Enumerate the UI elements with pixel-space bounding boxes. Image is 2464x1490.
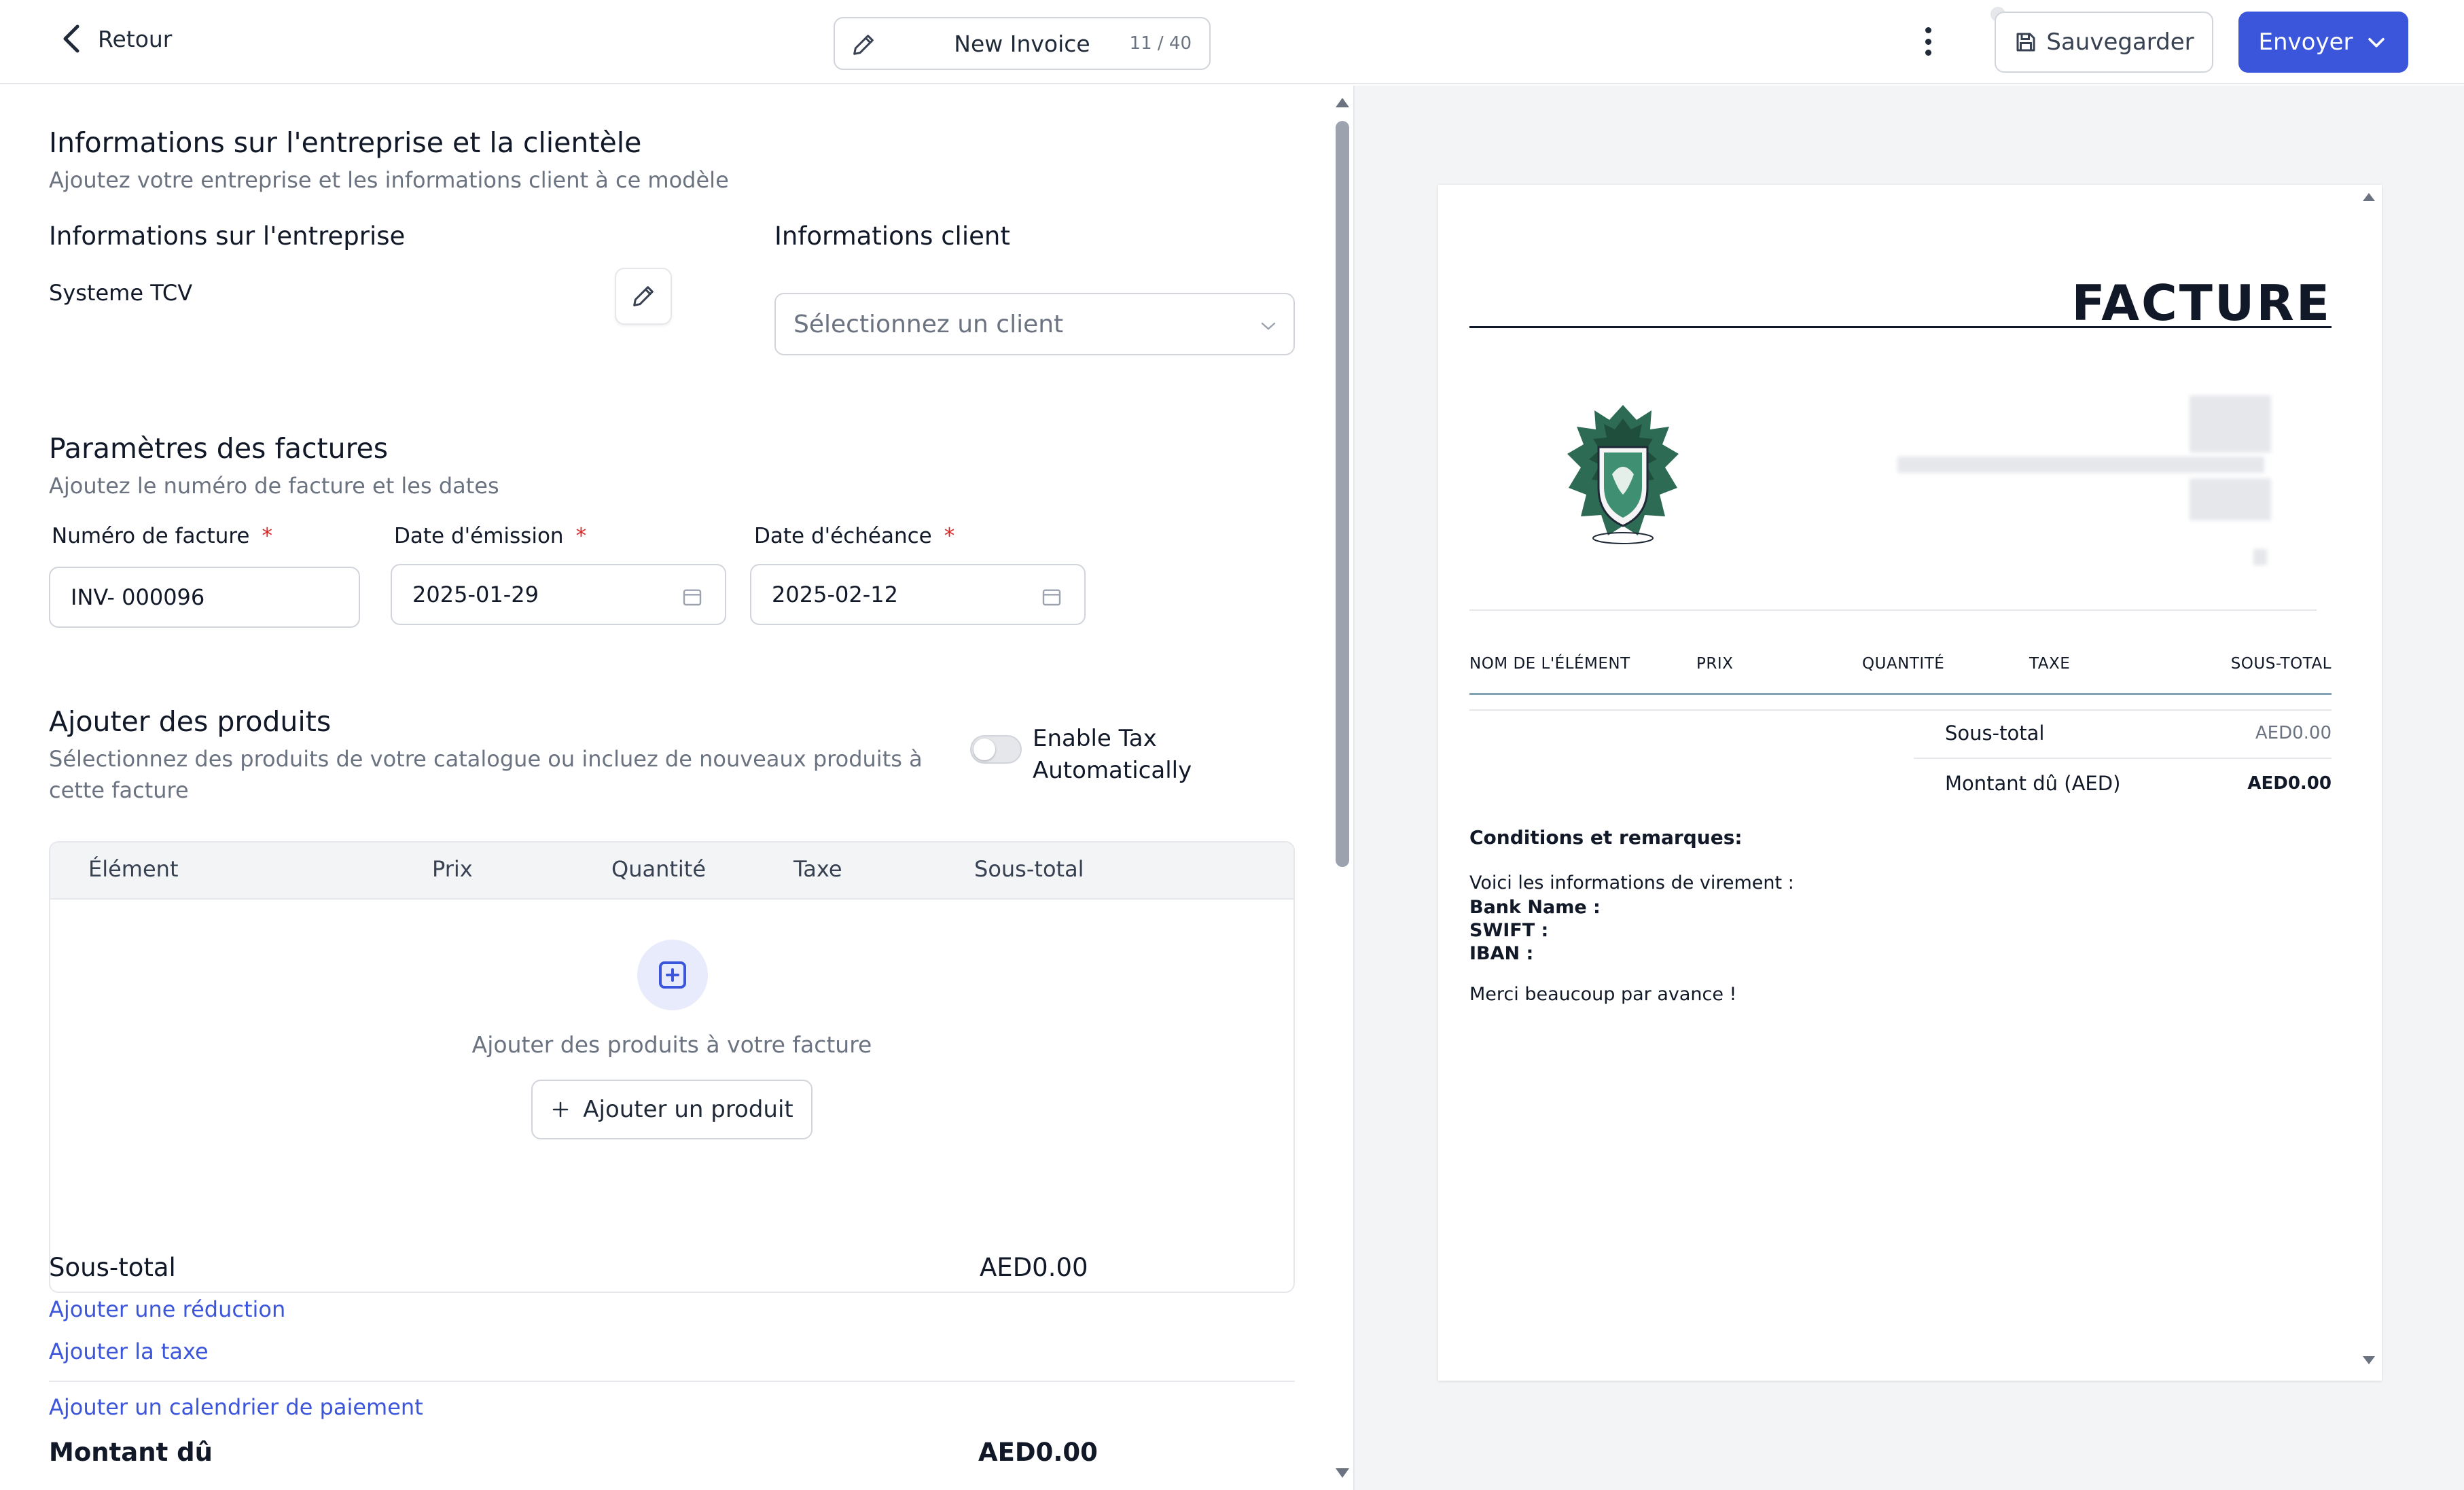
- save-button[interactable]: Sauvegarder: [1995, 12, 2213, 73]
- add-payment-schedule-link[interactable]: Ajouter un calendrier de paiement: [49, 1394, 423, 1420]
- add-tax-link[interactable]: Ajouter la taxe: [49, 1338, 209, 1364]
- amount-due-label: Montant dû: [49, 1438, 213, 1467]
- redacted-company-details: [2190, 478, 2271, 520]
- title-char-count: 11 / 40: [1129, 33, 1192, 54]
- issue-date-label: Date d'émission *: [394, 524, 587, 548]
- due-date-label: Date d'échéance *: [754, 524, 955, 548]
- preview-column-header: PRIX: [1696, 655, 1734, 673]
- invoice-number-input[interactable]: INV- 000096: [49, 567, 360, 628]
- scroll-up-arrow[interactable]: [1336, 98, 1349, 107]
- editor-scrollbar[interactable]: [1332, 86, 1352, 1490]
- company-client-subtitle: Ajoutez votre entreprise et les informat…: [49, 167, 729, 193]
- back-button[interactable]: Retour: [58, 20, 172, 57]
- client-select[interactable]: Sélectionnez un client: [774, 293, 1295, 355]
- plus-icon: [552, 1101, 569, 1118]
- due-date-value: 2025-02-12: [772, 582, 898, 607]
- totals-divider: [49, 1381, 1295, 1382]
- client-select-placeholder: Sélectionnez un client: [793, 310, 1064, 338]
- send-label: Envoyer: [2258, 29, 2353, 56]
- add-product-label: Ajouter un produit: [583, 1096, 793, 1123]
- back-label: Retour: [98, 25, 173, 52]
- scroll-thumb[interactable]: [1336, 121, 1349, 867]
- pencil-icon: [633, 286, 654, 306]
- calendar-icon: [683, 589, 702, 606]
- floppy-disk-icon: [2016, 33, 2035, 52]
- chevron-down-icon: [2368, 37, 2385, 48]
- preview-column-header: QUANTITÉ: [1862, 655, 1945, 673]
- header-rule: [1469, 609, 2317, 611]
- products-title: Ajouter des produits: [49, 705, 332, 738]
- redacted-company-details: [1897, 457, 2264, 473]
- table-header-rule: [1469, 693, 2332, 695]
- due-date-input[interactable]: 2025-02-12: [750, 564, 1086, 625]
- preview-scroll-up-arrow[interactable]: [2363, 193, 2375, 201]
- invoice-params-title: Paramètres des factures: [49, 432, 389, 465]
- notes-swift: SWIFT :: [1469, 920, 1549, 941]
- send-button[interactable]: Envoyer: [2238, 12, 2408, 73]
- preview-subtotal-value: AED0.00: [2255, 723, 2332, 743]
- preview-column-header: SOUS-TOTAL: [2230, 655, 2332, 673]
- column-header: Taxe: [793, 856, 842, 882]
- more-options-button[interactable]: [1914, 24, 1942, 58]
- products-table-header: Élément Prix Quantité Taxe Sous-total: [50, 842, 1293, 900]
- title-rule: [1469, 326, 2332, 328]
- column-header: Prix: [432, 856, 473, 882]
- company-crest-logo: [1567, 405, 1679, 544]
- scroll-down-arrow[interactable]: [1336, 1468, 1349, 1478]
- redacted-company-details: [2253, 549, 2267, 565]
- summary-rule: [1914, 758, 2332, 759]
- column-header: Quantité: [611, 856, 707, 882]
- products-table: Élément Prix Quantité Taxe Sous-total Aj…: [49, 841, 1295, 1293]
- invoice-number-label: Numéro de facture *: [52, 524, 272, 548]
- column-header: Sous-total: [974, 856, 1084, 882]
- preview-column-header: NOM DE L'ÉLÉMENT: [1469, 655, 1630, 673]
- preview-subtotal-label: Sous-total: [1945, 722, 2045, 745]
- top-bar: Retour New Invoice 11 / 40 Sauvegarder E…: [0, 0, 2464, 84]
- issue-date-input[interactable]: 2025-01-29: [391, 564, 726, 625]
- invoice-number-value: INV- 000096: [71, 584, 205, 610]
- auto-tax-toggle[interactable]: [970, 735, 1022, 764]
- notes-bank-name: Bank Name :: [1469, 897, 1601, 918]
- column-header: Élément: [88, 856, 179, 882]
- company-name: Systeme TCV: [49, 280, 193, 306]
- invoice-params-subtitle: Ajoutez le numéro de facture et les date…: [49, 473, 499, 499]
- chevron-left-icon: [63, 24, 79, 53]
- invoice-editor: Informations sur l'entreprise et la clie…: [0, 86, 1352, 1490]
- preview-title: FACTURE: [2071, 274, 2332, 332]
- subtotal-label: Sous-total: [49, 1253, 176, 1282]
- company-info-label: Informations sur l'entreprise: [49, 221, 406, 251]
- add-product-button[interactable]: Ajouter un produit: [531, 1080, 813, 1139]
- invoice-preview: FACTURE NOM DE L'ÉLÉMENT PRIX QUANTITÉ T…: [1438, 185, 2382, 1381]
- table-body-rule: [1469, 709, 2332, 711]
- add-discount-link[interactable]: Ajouter une réduction: [49, 1296, 285, 1322]
- notes-thanks: Merci beaucoup par avance !: [1469, 984, 1737, 1005]
- redacted-company-details: [2190, 395, 2271, 453]
- notes-iban: IBAN :: [1469, 943, 1534, 964]
- auto-tax-label: Enable Tax Automatically: [1033, 725, 1192, 784]
- client-info-label: Informations client: [774, 221, 1010, 251]
- chevron-down-icon: [1261, 322, 1276, 330]
- issue-date-value: 2025-01-29: [412, 582, 539, 607]
- invoice-title-field[interactable]: New Invoice 11 / 40: [834, 17, 1211, 70]
- empty-products-text: Ajouter des produits à votre facture: [471, 1031, 872, 1058]
- products-subtitle: Sélectionnez des produits de votre catal…: [49, 746, 923, 803]
- preview-column-header: TAXE: [2029, 655, 2071, 673]
- calendar-icon: [1042, 589, 1061, 606]
- preview-scroll-down-arrow[interactable]: [2363, 1356, 2375, 1364]
- subtotal-value: AED0.00: [980, 1253, 1088, 1282]
- notes-intro: Voici les informations de virement :: [1469, 872, 1794, 893]
- preview-amount-due-value: AED0.00: [2247, 773, 2332, 794]
- add-product-icon: [637, 940, 708, 1010]
- notes-title: Conditions et remarques:: [1469, 826, 1743, 849]
- amount-due-value: AED0.00: [978, 1438, 1098, 1467]
- save-label: Sauvegarder: [2046, 29, 2194, 56]
- company-client-title: Informations sur l'entreprise et la clie…: [49, 126, 642, 159]
- edit-company-button[interactable]: [615, 268, 672, 325]
- preview-amount-due-label: Montant dû (AED): [1945, 772, 2121, 795]
